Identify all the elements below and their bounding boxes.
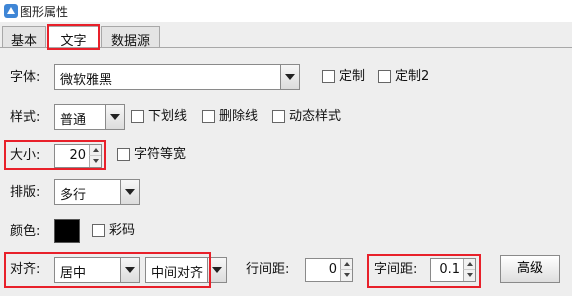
line-spacing-label: 行间距: [246,262,290,277]
advanced-button[interactable]: 高级 [500,255,560,283]
colorcode-label: 彩码 [109,223,136,238]
font-value: 微软雅黑 [60,73,113,88]
line-spacing-spinner[interactable]: 0 [305,258,353,282]
color-swatch[interactable] [54,219,80,243]
vertical-align-select[interactable]: 中间对齐 [145,257,227,283]
strikethrough-checkbox[interactable] [202,110,215,123]
align-label: 对齐: [10,262,41,277]
layout-select[interactable]: 多行 [54,179,140,205]
color-label: 颜色: [10,224,41,239]
strikethrough-label: 删除线 [219,109,259,124]
monospace-checkbox[interactable] [117,148,130,161]
style-select[interactable]: 普通 [54,104,125,130]
spin-up-icon[interactable] [463,259,475,270]
chevron-down-icon[interactable] [207,258,226,282]
app-icon [4,4,18,18]
chevron-down-icon[interactable] [120,258,139,282]
custom-checkbox[interactable] [322,70,335,83]
char-spacing-spinner[interactable]: 0.1 [430,258,476,282]
underline-checkbox[interactable] [131,110,144,123]
size-label: 大小: [10,148,41,163]
line-spacing-value: 0 [328,262,337,277]
chevron-down-icon[interactable] [120,180,139,204]
style-label: 样式: [10,110,41,125]
spin-down-icon[interactable] [463,270,475,281]
custom-label: 定制 [339,69,366,84]
custom2-label: 定制2 [395,69,430,84]
vertical-align-value: 中间对齐 [151,266,204,281]
layout-label: 排版: [10,185,41,200]
font-label: 字体: [10,70,41,85]
char-spacing-label: 字间距: [374,262,418,277]
tab-basic[interactable]: 基本 [2,26,46,49]
chevron-down-icon[interactable] [105,105,124,129]
monospace-label: 字符等宽 [134,147,187,162]
size-spinner[interactable]: 20 [54,144,102,168]
horizontal-align-value: 居中 [60,266,87,281]
layout-value: 多行 [60,188,87,203]
font-select[interactable]: 微软雅黑 [54,64,300,90]
size-value: 20 [69,148,86,163]
spin-down-icon[interactable] [89,156,101,167]
char-spacing-value: 0.1 [439,262,460,277]
spin-up-icon[interactable] [89,145,101,156]
underline-label: 下划线 [148,109,188,124]
tab-text[interactable]: 文字 [47,26,100,49]
chevron-down-icon[interactable] [280,65,299,89]
colorcode-checkbox[interactable] [92,224,105,237]
style-value: 普通 [60,113,87,128]
window-title: 图形属性 [20,5,69,19]
custom2-checkbox[interactable] [378,70,391,83]
title-bar: 图形属性 [0,0,572,22]
spin-down-icon[interactable] [340,270,352,281]
tab-datasource[interactable]: 数据源 [101,26,160,49]
spin-up-icon[interactable] [340,259,352,270]
dynamic-style-label: 动态样式 [289,109,342,124]
horizontal-align-select[interactable]: 居中 [54,257,140,283]
dynamic-style-checkbox[interactable] [272,110,285,123]
